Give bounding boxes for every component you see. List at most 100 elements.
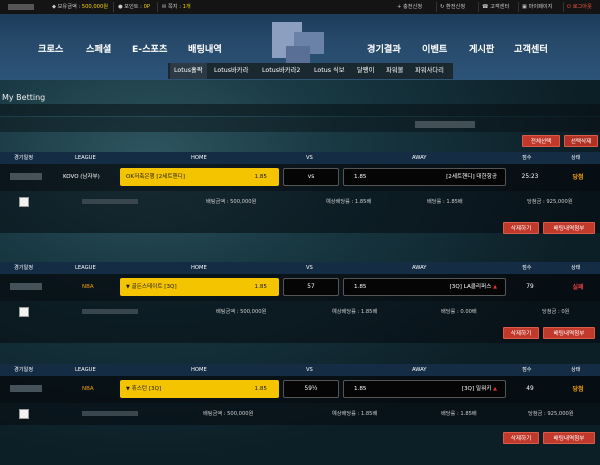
up-triangle-icon: ▲ — [493, 386, 497, 392]
bet-id-blurred — [82, 411, 138, 416]
delete-button[interactable]: 삭제하기 — [503, 432, 539, 444]
username-blurred — [8, 4, 34, 10]
col-home: HOME — [191, 155, 207, 161]
schedule-blurred — [10, 385, 42, 392]
col-league: LEAGUE — [75, 367, 96, 373]
col-schedule: 경기일정 — [14, 367, 34, 373]
score: 25:23 — [521, 174, 539, 180]
sub-nav: Lotus홀짝 Lotus바카라 Lotus바카라2 Lotus 식보 달팽이 … — [168, 63, 453, 79]
bet-row: NBA ▼ 골든스테이트 [3Q] 1.85 57 1.85 [3Q] LA클리… — [0, 274, 600, 301]
away-pick[interactable]: 1.85 [2세트핸디] 대한항공 — [343, 168, 506, 186]
select-checkbox[interactable] — [19, 409, 29, 419]
delete-button[interactable]: 삭제하기 — [503, 327, 539, 339]
nav-esports[interactable]: E-스포츠 — [132, 41, 167, 55]
bet-id-blurred — [82, 199, 138, 204]
nav-special[interactable]: 스페셜 — [86, 41, 111, 55]
expected-odds: 예상배당률 : 1.85배 — [326, 199, 372, 205]
col-score: 점수 — [522, 367, 532, 373]
user-icon: ▣ — [522, 4, 527, 10]
status-badge: 실패 — [572, 284, 584, 291]
col-away: AWAY — [412, 265, 427, 271]
col-league: LEAGUE — [75, 265, 96, 271]
up-triangle-icon: ▲ — [493, 284, 497, 290]
col-vs: VS — [306, 155, 313, 161]
subnav-power-ladder[interactable]: 파워사다리 — [415, 63, 444, 79]
delete-selected-button[interactable]: 선택삭제 — [564, 135, 598, 147]
bet-card-header: 경기일정 LEAGUE HOME VS AWAY 점수 상태 — [0, 152, 600, 164]
mypage-link[interactable]: ▣ 마이페이지 — [522, 0, 552, 14]
expected-odds: 예상배당률 : 1.85배 — [332, 411, 378, 417]
col-vs: VS — [306, 367, 313, 373]
power-icon: ⏻ — [567, 4, 572, 10]
bet-summary: 배팅금액 : 500,000원 예상배당률 : 1.85배 배당률 : 1.85… — [0, 191, 600, 213]
withdraw-link[interactable]: ↻ 환전신청 — [440, 0, 465, 14]
subnav-lotus-baccarat2[interactable]: Lotus바카라2 — [262, 63, 300, 79]
schedule-blurred — [10, 173, 42, 180]
col-vs: VS — [306, 265, 313, 271]
odds: 배당률 : 1.85배 — [427, 199, 463, 205]
bet-id-blurred — [82, 309, 138, 314]
bet-summary: 배팅금액 : 500,000원 예상배당률 : 1.85배 배당률 : 0.00… — [0, 301, 600, 323]
attach-history-button[interactable]: 배팅내역첨부 — [543, 327, 595, 339]
bet-row: KOVO (남자부) OK저축은행 [2세트핸디] 1.85 vs 1.85 [… — [0, 164, 600, 191]
info-bar — [0, 104, 600, 116]
nav-board[interactable]: 게시판 — [469, 41, 494, 55]
attach-history-button[interactable]: 배팅내역첨부 — [543, 222, 595, 234]
col-home: HOME — [191, 265, 207, 271]
subnav-powerball[interactable]: 파워볼 — [386, 63, 403, 79]
win-amount: 당첨금 : 925,000원 — [528, 411, 574, 417]
message-link[interactable]: ✉ 쪽지 : 1개 — [162, 0, 191, 14]
odds: 배당률 : 0.00배 — [441, 309, 477, 315]
away-pick[interactable]: 1.85 [3Q] 밀워키 ▲ — [343, 380, 506, 398]
home-pick[interactable]: ▼ 골든스테이트 [3Q] 1.85 — [120, 278, 279, 296]
nav-bet-history[interactable]: 배팅내역 — [188, 41, 222, 55]
bet-row: NBA ▼ 휴스턴 [3Q] 1.85 59½ 1.85 [3Q] 밀워키 ▲ … — [0, 376, 600, 403]
col-score: 점수 — [522, 155, 532, 161]
refresh-icon: ↻ — [440, 4, 445, 10]
page-title: My Betting — [2, 93, 46, 102]
subnav-snail[interactable]: 달팽이 — [357, 63, 374, 79]
delete-button[interactable]: 삭제하기 — [503, 222, 539, 234]
expected-odds: 예상배당률 : 1.85배 — [332, 309, 378, 315]
vs-box: vs — [283, 168, 339, 186]
bet-amount: 배팅금액 : 500,000원 — [206, 199, 257, 205]
col-status: 상태 — [571, 265, 581, 271]
attach-history-button[interactable]: 배팅내역첨부 — [543, 432, 595, 444]
down-triangle-icon: ▼ — [126, 386, 130, 392]
bet-summary: 배팅금액 : 500,000원 예상배당률 : 1.85배 배당률 : 1.85… — [0, 403, 600, 425]
league-name: NBA — [82, 284, 94, 290]
col-schedule: 경기일정 — [14, 265, 34, 271]
nav-results[interactable]: 경기결과 — [367, 41, 401, 55]
support-link[interactable]: ☎ 고객센터 — [482, 0, 509, 14]
home-pick[interactable]: ▼ 휴스턴 [3Q] 1.85 — [120, 380, 279, 398]
away-pick[interactable]: 1.85 [3Q] LA클리퍼스 ▲ — [343, 278, 506, 296]
bet-amount: 배팅금액 : 500,000원 — [216, 309, 267, 315]
vs-box: 57 — [283, 278, 339, 296]
col-away: AWAY — [412, 367, 427, 373]
bet-card-header: 경기일정 LEAGUE HOME VS AWAY 점수 상태 — [0, 262, 600, 274]
col-score: 점수 — [522, 265, 532, 271]
top-bar: ◆ 보유금액 : 500,000원 ● 포인트 : 0P ✉ 쪽지 : 1개 +… — [0, 0, 600, 14]
diamond-icon: ◆ — [52, 4, 56, 10]
nav-event[interactable]: 이벤트 — [422, 41, 447, 55]
deposit-link[interactable]: + 충전신청 — [397, 0, 422, 14]
down-triangle-icon: ▼ — [126, 284, 130, 290]
logout-link[interactable]: ⏻ 로그아웃 — [567, 0, 592, 14]
subnav-lotus-oddeven[interactable]: Lotus홀짝 — [170, 63, 207, 79]
col-league: LEAGUE — [75, 155, 96, 161]
select-checkbox[interactable] — [19, 307, 29, 317]
home-pick[interactable]: OK저축은행 [2세트핸디] 1.85 — [120, 168, 279, 186]
select-all-button[interactable]: 전체선택 — [522, 135, 560, 147]
subnav-lotus-baccarat[interactable]: Lotus바카라 — [214, 63, 248, 79]
col-status: 상태 — [571, 367, 581, 373]
balance-display: ◆ 보유금액 : 500,000원 — [52, 4, 109, 10]
col-status: 상태 — [571, 155, 581, 161]
subnav-lotus-sicbo[interactable]: Lotus 식보 — [314, 63, 345, 79]
select-checkbox[interactable] — [19, 197, 29, 207]
nav-cross[interactable]: 크로스 — [38, 41, 63, 55]
nav-support[interactable]: 고객센터 — [514, 41, 548, 55]
win-amount: 당첨금 : 925,000원 — [527, 199, 573, 205]
status-badge: 당첨 — [572, 174, 584, 181]
league-name: KOVO (남자부) — [63, 174, 100, 180]
status-badge: 당첨 — [572, 386, 584, 393]
